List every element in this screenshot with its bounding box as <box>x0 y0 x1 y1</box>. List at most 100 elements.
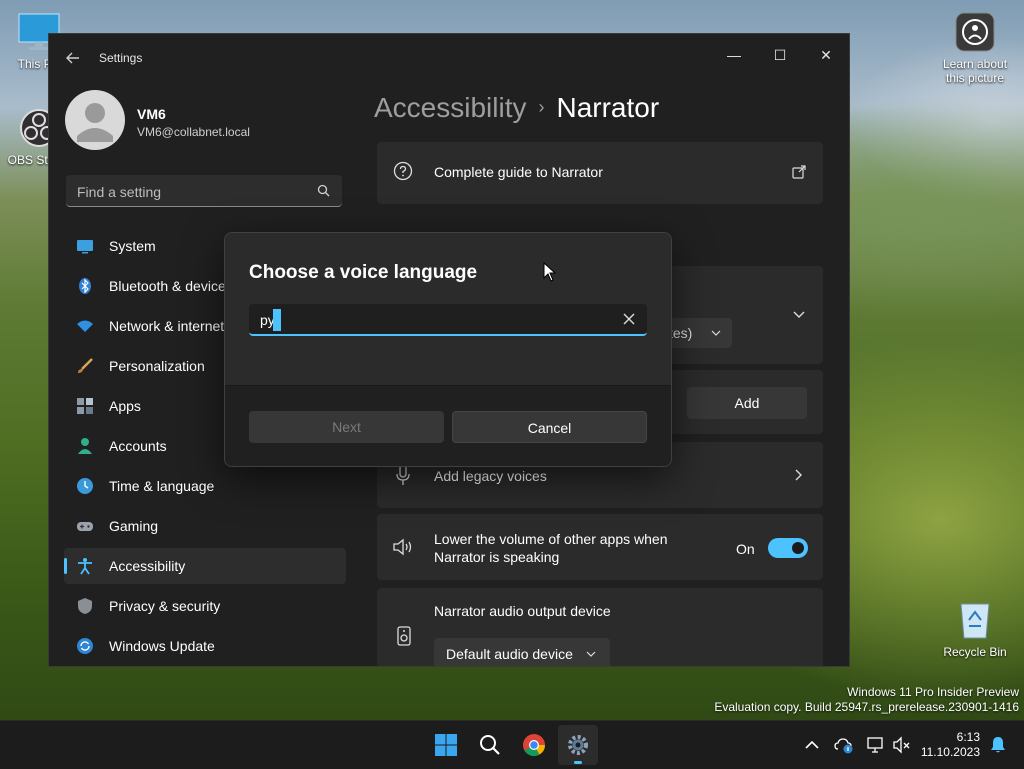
dialog-title: Choose a voice language <box>249 262 478 283</box>
clock-time: 6:13 <box>956 730 980 744</box>
add-button[interactable]: Add <box>687 387 807 419</box>
language-search-input[interactable]: py <box>249 304 647 336</box>
network-icon[interactable] <box>866 735 886 755</box>
app-title: Settings <box>99 51 143 65</box>
watermark-line2: Evaluation copy. Build 25947.rs_prerelea… <box>714 700 1019 714</box>
notification-bell-icon[interactable] <box>988 735 1008 755</box>
gear-icon <box>568 735 588 755</box>
help-icon <box>393 161 413 181</box>
sidebar-item-label: Windows Update <box>109 638 215 654</box>
chevron-up-icon[interactable] <box>802 735 822 755</box>
profile-name: VM6 <box>137 106 166 122</box>
recycle-bin-icon <box>960 603 990 639</box>
search-input[interactable] <box>75 182 309 202</box>
watermark-line1: Windows 11 Pro Insider Preview <box>847 685 1019 699</box>
chevron-down-icon <box>586 651 596 657</box>
microphone-icon <box>396 464 410 485</box>
audio-output-dropdown[interactable]: Default audio device <box>434 638 610 666</box>
taskbar-search-button[interactable] <box>470 725 510 765</box>
guide-label: Complete guide to Narrator <box>434 164 603 180</box>
minimize-button[interactable]: — <box>711 40 757 70</box>
volume-muted-icon[interactable] <box>892 735 912 755</box>
desktop-icon-recycle-bin[interactable]: Recycle Bin <box>936 598 1014 659</box>
clock-date: 11.10.2023 <box>920 745 980 759</box>
toggle-state-label: On <box>736 541 755 557</box>
sidebar-item-label: Network & internet <box>109 318 225 334</box>
sidebar-item-time-language[interactable]: Time & language <box>64 468 346 504</box>
clear-icon[interactable] <box>622 312 636 326</box>
lower-volume-card: Lower the volume of other apps when Narr… <box>377 514 823 580</box>
back-arrow-icon[interactable] <box>65 50 81 66</box>
speaker-icon <box>393 538 412 556</box>
chevron-down-icon[interactable] <box>793 311 805 319</box>
lower-volume-label-line1: Lower the volume of other apps when <box>434 531 668 547</box>
open-external-icon <box>792 165 806 179</box>
audio-output-value: Default audio device <box>446 646 573 662</box>
profile-email: VM6@collabnet.local <box>137 125 250 139</box>
windows-logo-icon <box>435 734 457 756</box>
breadcrumb-parent[interactable]: Accessibility <box>374 92 526 123</box>
breadcrumb-separator: › <box>538 97 545 117</box>
chevron-right-icon <box>795 469 802 481</box>
legacy-voices-label: Add legacy voices <box>434 468 547 484</box>
text-cursor <box>273 309 281 331</box>
brush-icon <box>78 358 93 373</box>
desktop-icon-label: Learn about this picture <box>942 57 1008 85</box>
apps-icon <box>77 398 93 414</box>
shield-icon <box>78 598 92 614</box>
desktop-icon-learn-picture[interactable]: Learn about this picture <box>936 12 1014 85</box>
sidebar-item-label: Gaming <box>109 518 159 534</box>
lower-volume-label-line2: Narrator is speaking <box>434 549 560 565</box>
update-icon <box>77 638 93 654</box>
taskbar-settings-button[interactable] <box>558 725 598 765</box>
camera-info-icon <box>955 12 995 52</box>
chrome-icon <box>523 734 545 756</box>
sidebar-item-label: Personalization <box>109 358 205 374</box>
title-bar: Settings — ☐ ✕ <box>49 34 849 82</box>
wifi-icon <box>77 320 93 332</box>
start-button[interactable] <box>426 725 466 765</box>
search-icon <box>480 735 500 755</box>
voice-language-dialog: Choose a voice language py Next Cancel <box>224 232 672 467</box>
sidebar-item-label: Accounts <box>109 438 167 454</box>
person-icon <box>78 438 92 454</box>
sidebar-item-windows-update[interactable]: Windows Update <box>64 628 346 664</box>
user-icon <box>77 103 113 142</box>
sidebar-item-label: Privacy & security <box>109 598 221 614</box>
search-box[interactable] <box>66 175 342 207</box>
gamepad-icon <box>77 522 93 531</box>
sidebar-item-gaming[interactable]: Gaming <box>64 508 346 544</box>
next-button[interactable]: Next <box>249 411 444 443</box>
search-icon <box>317 184 330 197</box>
cancel-button[interactable]: Cancel <box>452 411 647 443</box>
audio-output-label: Narrator audio output device <box>434 603 611 619</box>
lower-volume-toggle[interactable] <box>768 538 808 558</box>
mouse-cursor-icon <box>543 262 557 282</box>
sidebar-item-label: Bluetooth & devices <box>109 278 233 294</box>
sidebar-item-label: System <box>109 238 156 254</box>
sidebar-item-privacy[interactable]: Privacy & security <box>64 588 346 624</box>
guide-card[interactable]: Complete guide to Narrator <box>377 142 823 204</box>
bluetooth-icon <box>79 278 91 294</box>
desktop-icon-label: Recycle Bin <box>943 645 1007 659</box>
page-title: Narrator <box>556 92 660 123</box>
accessibility-icon <box>78 558 92 575</box>
close-button[interactable]: ✕ <box>803 40 849 70</box>
voice-dropdown-value: tes) <box>669 325 693 341</box>
taskbar: 6:13 11.10.2023 <box>0 720 1024 769</box>
sidebar-item-accessibility[interactable]: Accessibility <box>64 548 346 584</box>
sidebar-item-label: Time & language <box>109 478 215 494</box>
evaluation-watermark: Windows 11 Pro Insider Preview Evaluatio… <box>714 685 1019 715</box>
system-clock[interactable]: 6:13 11.10.2023 <box>921 730 980 760</box>
maximize-button[interactable]: ☐ <box>757 40 803 70</box>
sidebar-item-label: Apps <box>109 398 141 414</box>
audio-output-card: Narrator audio output device Default aud… <box>377 588 823 666</box>
taskbar-chrome-button[interactable] <box>514 725 554 765</box>
avatar[interactable] <box>65 90 125 150</box>
cloud-info-icon[interactable] <box>834 735 854 755</box>
toggle-knob <box>792 542 804 554</box>
speaker-device-icon <box>397 626 411 646</box>
sidebar-item-label: Accessibility <box>109 558 186 574</box>
globe-clock-icon <box>77 478 93 494</box>
dialog-footer: Next Cancel <box>225 385 671 466</box>
